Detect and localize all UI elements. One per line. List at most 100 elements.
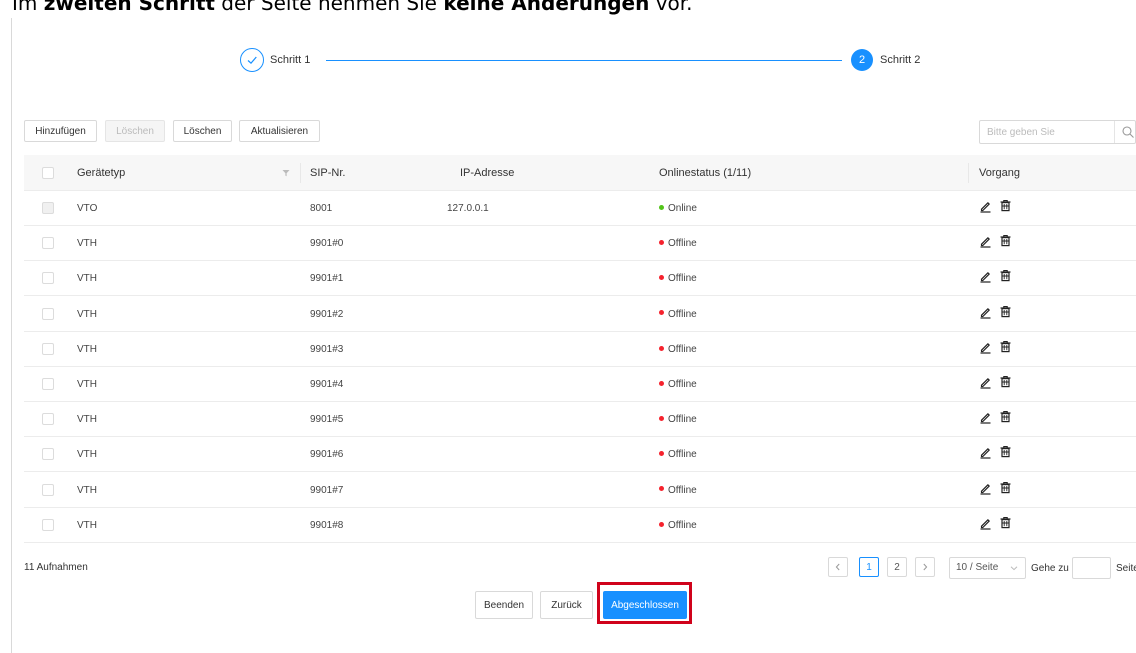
cell-device-type: VTH bbox=[77, 484, 97, 496]
cell-sip: 9901#7 bbox=[310, 484, 344, 496]
edit-icon[interactable] bbox=[979, 482, 992, 495]
edit-icon[interactable] bbox=[979, 270, 992, 283]
row-checkbox[interactable] bbox=[42, 518, 54, 531]
row-checkbox[interactable] bbox=[42, 413, 54, 426]
status-text: Offline bbox=[668, 273, 697, 285]
edit-icon[interactable] bbox=[979, 200, 992, 213]
refresh-button[interactable]: Aktualisieren bbox=[239, 120, 320, 142]
row-checkbox bbox=[42, 202, 54, 214]
table-row: VTH 9901#4 Offline bbox=[24, 367, 1136, 402]
cell-device-type: VTH bbox=[77, 343, 97, 355]
chevron-down-icon bbox=[1010, 566, 1018, 571]
next-page-button[interactable] bbox=[915, 557, 935, 577]
trash-icon[interactable] bbox=[999, 410, 1012, 423]
page-2-button[interactable]: 2 bbox=[887, 557, 907, 577]
status-dot bbox=[659, 310, 664, 316]
status-dot bbox=[659, 380, 664, 386]
status-dot bbox=[659, 345, 664, 351]
status-text: Offline bbox=[668, 484, 697, 496]
row-checkbox[interactable] bbox=[42, 237, 54, 250]
row-checkbox[interactable] bbox=[42, 448, 54, 461]
trash-icon[interactable] bbox=[999, 481, 1012, 494]
edit-icon[interactable] bbox=[979, 235, 992, 248]
cell-status: Online bbox=[659, 191, 697, 226]
trash-icon[interactable] bbox=[999, 305, 1012, 318]
cell-ip: 127.0.0.1 bbox=[447, 203, 489, 214]
status-text: Offline bbox=[668, 449, 697, 461]
cell-device-type: VTH bbox=[77, 414, 97, 426]
edit-icon[interactable] bbox=[979, 376, 992, 389]
step-2-label: Schritt 2 bbox=[880, 54, 921, 66]
step-1-done-indicator bbox=[240, 48, 264, 72]
header-sip: SIP-Nr. bbox=[310, 167, 346, 179]
page-1-button[interactable]: 1 bbox=[859, 557, 879, 577]
finish-button[interactable]: Beenden bbox=[475, 591, 533, 619]
status-text: Offline bbox=[668, 519, 697, 531]
cell-sip: 9901#0 bbox=[310, 238, 344, 250]
row-checkbox[interactable] bbox=[42, 483, 54, 496]
status-dot bbox=[659, 416, 664, 422]
goto-page-input[interactable] bbox=[1072, 557, 1111, 579]
trash-icon[interactable] bbox=[999, 516, 1012, 529]
table-row: VTH 9901#3 Offline bbox=[24, 332, 1136, 367]
cell-sip: 9901#5 bbox=[310, 414, 344, 426]
page-size-select[interactable]: 10 / Seite bbox=[949, 557, 1026, 579]
row-checkbox[interactable] bbox=[42, 272, 54, 285]
table-row: VTH 9901#5 Offline bbox=[24, 402, 1136, 438]
search-input[interactable] bbox=[980, 121, 1114, 143]
cell-status: Offline bbox=[659, 297, 697, 332]
table-header: Gerätetyp SIP-Nr. IP-Adresse Onlinestatu… bbox=[24, 155, 1136, 191]
cell-status: Offline bbox=[659, 437, 697, 472]
cell-status: Offline bbox=[659, 332, 697, 367]
instruction-text: Im zweiten Schritt der Seite nehmen Sie … bbox=[12, 0, 693, 15]
page-suffix-label: Seite bbox=[1116, 563, 1136, 574]
header-ip: IP-Adresse bbox=[460, 167, 515, 179]
header-status: Onlinestatus (1/11) bbox=[659, 167, 752, 179]
status-text: Offline bbox=[668, 379, 697, 390]
select-all-checkbox[interactable] bbox=[42, 167, 54, 179]
prev-page-button[interactable] bbox=[828, 557, 848, 577]
cell-status: Offline bbox=[659, 508, 697, 543]
cell-status: Offline bbox=[659, 367, 697, 402]
trash-icon[interactable] bbox=[999, 199, 1012, 212]
edit-icon[interactable] bbox=[979, 341, 992, 354]
trash-icon[interactable] bbox=[999, 269, 1012, 282]
edit-icon[interactable] bbox=[979, 306, 992, 319]
edit-icon[interactable] bbox=[979, 446, 992, 459]
row-checkbox[interactable] bbox=[42, 378, 54, 390]
cell-sip: 9901#4 bbox=[310, 379, 344, 390]
status-text: Online bbox=[668, 203, 697, 214]
status-text: Offline bbox=[668, 308, 697, 320]
row-checkbox[interactable] bbox=[42, 342, 54, 355]
table-row: VTH 9901#2 Offline bbox=[24, 297, 1136, 332]
header-separator bbox=[968, 163, 969, 183]
cell-sip: 9901#3 bbox=[310, 343, 344, 355]
back-button[interactable]: Zurück bbox=[540, 591, 593, 619]
cell-sip: 8001 bbox=[310, 203, 333, 214]
row-checkbox[interactable] bbox=[42, 307, 54, 320]
chevron-left-icon bbox=[835, 563, 840, 571]
status-dot bbox=[659, 486, 664, 492]
trash-icon[interactable] bbox=[999, 375, 1012, 388]
step-indicator: Schritt 1 2 Schritt 2 bbox=[0, 46, 1136, 74]
filter-icon[interactable] bbox=[282, 169, 290, 177]
edit-icon[interactable] bbox=[979, 411, 992, 424]
highlight-frame bbox=[597, 582, 692, 624]
add-button[interactable]: Hinzufügen bbox=[24, 120, 97, 142]
cell-status: Offline bbox=[659, 226, 697, 261]
status-text: Offline bbox=[668, 238, 697, 250]
trash-icon[interactable] bbox=[999, 445, 1012, 458]
table-row: VTH 9901#1 Offline bbox=[24, 261, 1136, 297]
trash-icon[interactable] bbox=[999, 340, 1012, 353]
table-row: VTH 9901#0 Offline bbox=[24, 226, 1136, 262]
delete-button[interactable]: Löschen bbox=[173, 120, 232, 142]
cell-status: Offline bbox=[659, 261, 697, 296]
search-box bbox=[979, 120, 1136, 144]
status-dot bbox=[659, 204, 664, 210]
edit-icon[interactable] bbox=[979, 517, 992, 530]
record-count: 11 Aufnahmen bbox=[24, 562, 88, 573]
cell-status: Offline bbox=[659, 473, 697, 508]
trash-icon[interactable] bbox=[999, 234, 1012, 247]
search-icon[interactable] bbox=[1121, 125, 1135, 139]
cell-sip: 9901#8 bbox=[310, 519, 344, 531]
